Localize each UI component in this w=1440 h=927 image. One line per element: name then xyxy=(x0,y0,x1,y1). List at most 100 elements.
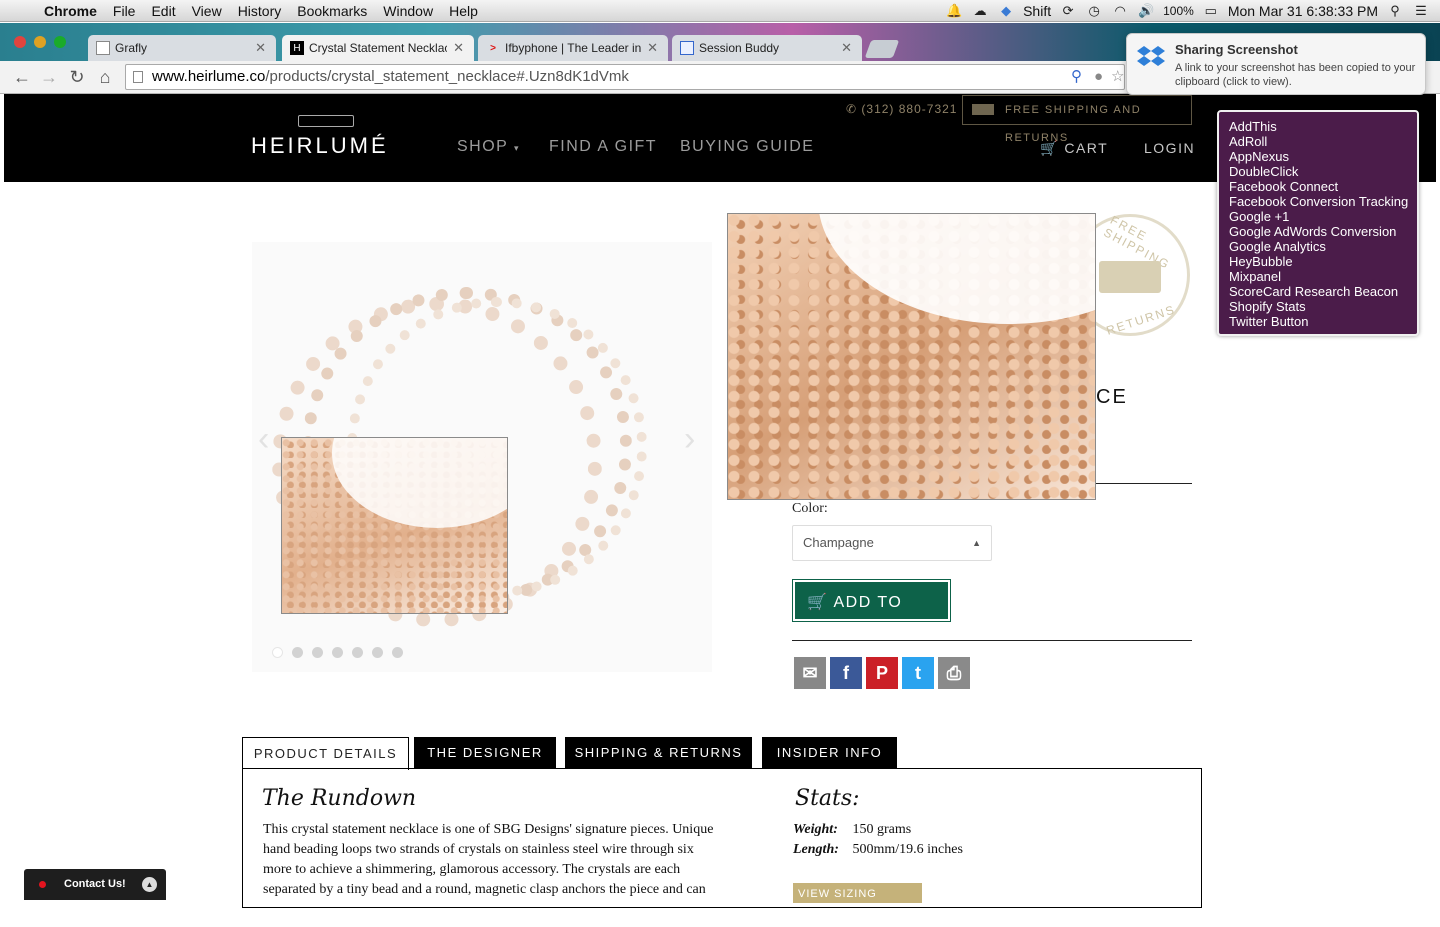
menu-app-name[interactable]: Chrome xyxy=(40,3,105,19)
menu-history[interactable]: History xyxy=(230,3,290,19)
carousel-next-arrow-icon[interactable]: › xyxy=(684,420,695,459)
tracker-item: Mixpanel xyxy=(1229,269,1282,284)
sharing-notification[interactable]: Sharing Screenshot A link to your screen… xyxy=(1126,33,1426,95)
free-shipping-banner[interactable]: FREE SHIPPING AND RETURNS xyxy=(962,95,1192,144)
zoom-lens[interactable] xyxy=(281,437,508,614)
weight-value: 150 grams xyxy=(852,822,912,837)
login-link[interactable]: LOGIN xyxy=(1144,140,1195,156)
color-select[interactable]: Champagne ▲ xyxy=(792,525,992,561)
url-path: /products/crystal_statement_necklace#.Uz… xyxy=(265,68,629,85)
tracker-item: HeyBubble xyxy=(1229,254,1293,269)
add-to-cart-button[interactable]: 🛒 ADD TO CART xyxy=(792,579,951,652)
battery-icon[interactable]: ▭ xyxy=(1202,3,1220,19)
window-controls xyxy=(14,36,66,48)
os-menubar: Chrome File Edit View History Bookmarks … xyxy=(0,0,1440,22)
wifi-icon[interactable]: ◠ xyxy=(1111,3,1129,19)
tracker-item: AdRoll xyxy=(1229,134,1268,149)
spotlight-search-icon[interactable]: ⚲ xyxy=(1386,3,1404,19)
tab-title: Crystal Statement Necklace xyxy=(309,41,448,55)
zoom-window-icon[interactable] xyxy=(54,36,66,48)
browser-tab-heirlume[interactable]: H Crystal Statement Necklace ✕ xyxy=(282,35,474,61)
back-arrow-icon[interactable]: ← xyxy=(10,66,34,88)
carousel-dot[interactable] xyxy=(332,647,343,658)
browser-tab-session-buddy[interactable]: Session Buddy ✕ xyxy=(672,35,862,61)
menu-help[interactable]: Help xyxy=(441,3,486,19)
menu-window[interactable]: Window xyxy=(375,3,441,19)
clock[interactable]: Mon Mar 31 6:38:33 PM xyxy=(1228,3,1378,19)
forward-arrow-icon[interactable]: → xyxy=(37,66,61,88)
truck-icon xyxy=(972,104,994,115)
phone-number-text: (312) 880-7321 xyxy=(861,102,958,116)
contact-us-label: Contact Us! xyxy=(64,878,126,890)
product-title: CE xyxy=(1096,386,1128,408)
close-tab-icon[interactable]: ✕ xyxy=(841,40,852,56)
battery-percent[interactable]: 100% xyxy=(1163,4,1194,18)
close-tab-icon[interactable]: ✕ xyxy=(453,40,464,56)
close-window-icon[interactable] xyxy=(14,36,26,48)
close-tab-icon[interactable]: ✕ xyxy=(255,40,266,56)
home-icon[interactable]: ⌂ xyxy=(93,66,117,88)
share-facebook-icon[interactable]: f xyxy=(830,657,862,689)
address-bar[interactable]: www.heirlume.co/products/crystal_stateme… xyxy=(125,64,1125,90)
contact-us-widget[interactable]: Contact Us! ▲ xyxy=(24,869,166,900)
url-domain: www.heirlume.co xyxy=(152,68,266,85)
dropbox-icon[interactable]: ◆ xyxy=(997,3,1015,19)
menu-bookmarks[interactable]: Bookmarks xyxy=(289,3,375,19)
new-tab-button[interactable] xyxy=(864,40,900,58)
share-pinterest-icon[interactable]: P xyxy=(866,657,898,689)
carousel-dot[interactable] xyxy=(392,647,403,658)
carousel-dot[interactable] xyxy=(352,647,363,658)
tracker-item: Google +1 xyxy=(1229,209,1290,224)
share-twitter-icon[interactable]: t xyxy=(902,657,934,689)
carousel-dot[interactable] xyxy=(292,647,303,658)
length-label: Length: xyxy=(793,842,839,857)
site-logo[interactable]: HEIRLUMÉ xyxy=(251,133,389,159)
volume-icon[interactable]: 🔊 xyxy=(1137,3,1155,19)
stats-heading: Stats: xyxy=(795,786,860,811)
stat-weight: Weight: 150 grams xyxy=(793,822,911,838)
keyboard-status[interactable]: Shift xyxy=(1023,3,1051,19)
stat-length: Length: 500mm/19.6 inches xyxy=(793,842,963,858)
carousel-prev-arrow-icon[interactable]: ‹ xyxy=(258,420,269,459)
tab-insider-info[interactable]: INSIDER INFO xyxy=(762,737,897,769)
bookmark-star-icon[interactable]: ☆ xyxy=(1111,65,1124,89)
divider xyxy=(792,640,1192,641)
time-machine-icon[interactable]: ◷ xyxy=(1085,3,1103,19)
share-email-icon[interactable]: ✉ xyxy=(794,657,826,689)
print-icon[interactable]: ⎙ xyxy=(938,657,970,689)
tab-the-designer[interactable]: THE DESIGNER xyxy=(414,737,556,769)
sync-icon[interactable]: ⟳ xyxy=(1059,3,1077,19)
zoom-lens-icon[interactable]: ⚲ xyxy=(1071,65,1082,89)
menu-edit[interactable]: Edit xyxy=(143,3,183,19)
cart-link[interactable]: 🛒 CART xyxy=(1040,140,1108,157)
color-label: Color: xyxy=(792,501,828,516)
nav-shop[interactable]: SHOP ▾ xyxy=(457,138,520,156)
view-sizing-chart-button[interactable]: VIEW SIZING CHART xyxy=(793,883,922,922)
tab-title: Ifbyphone | The Leader in xyxy=(505,41,642,55)
menu-file[interactable]: File xyxy=(105,3,144,19)
chevron-up-icon[interactable]: ▲ xyxy=(142,877,157,892)
carousel-dot[interactable] xyxy=(312,647,323,658)
cloud-icon[interactable]: ☁ xyxy=(971,3,989,19)
reload-icon[interactable]: ↻ xyxy=(65,66,89,88)
browser-tab-ifbyphone[interactable]: > Ifbyphone | The Leader in ✕ xyxy=(478,35,668,61)
nav-buying-guide[interactable]: BUYING GUIDE xyxy=(680,138,814,156)
tab-shipping-returns[interactable]: SHIPPING & RETURNS xyxy=(565,737,752,769)
browser-tab-grafly[interactable]: Grafly ✕ xyxy=(88,35,276,61)
nav-shop-label: SHOP xyxy=(457,138,509,155)
page-favicon-icon xyxy=(96,41,110,55)
zoom-preview xyxy=(727,213,1096,500)
menu-view[interactable]: View xyxy=(184,3,230,19)
notification-bell-icon[interactable]: 🔔 xyxy=(945,3,963,19)
cart-icon: 🛒 xyxy=(807,594,829,611)
minimize-window-icon[interactable] xyxy=(34,36,46,48)
tracker-item: Twitter Button xyxy=(1229,314,1309,329)
nav-find-a-gift[interactable]: FIND A GIFT xyxy=(549,138,657,156)
phone-number[interactable]: ✆ (312) 880-7321 xyxy=(846,102,957,116)
close-tab-icon[interactable]: ✕ xyxy=(647,40,658,56)
list-menu-icon[interactable]: ☰ xyxy=(1412,3,1430,19)
carousel-dot[interactable] xyxy=(272,647,283,658)
tab-product-details[interactable]: PRODUCT DETAILS xyxy=(242,737,409,770)
lightbulb-icon[interactable]: ● xyxy=(1094,65,1103,89)
carousel-dot[interactable] xyxy=(372,647,383,658)
